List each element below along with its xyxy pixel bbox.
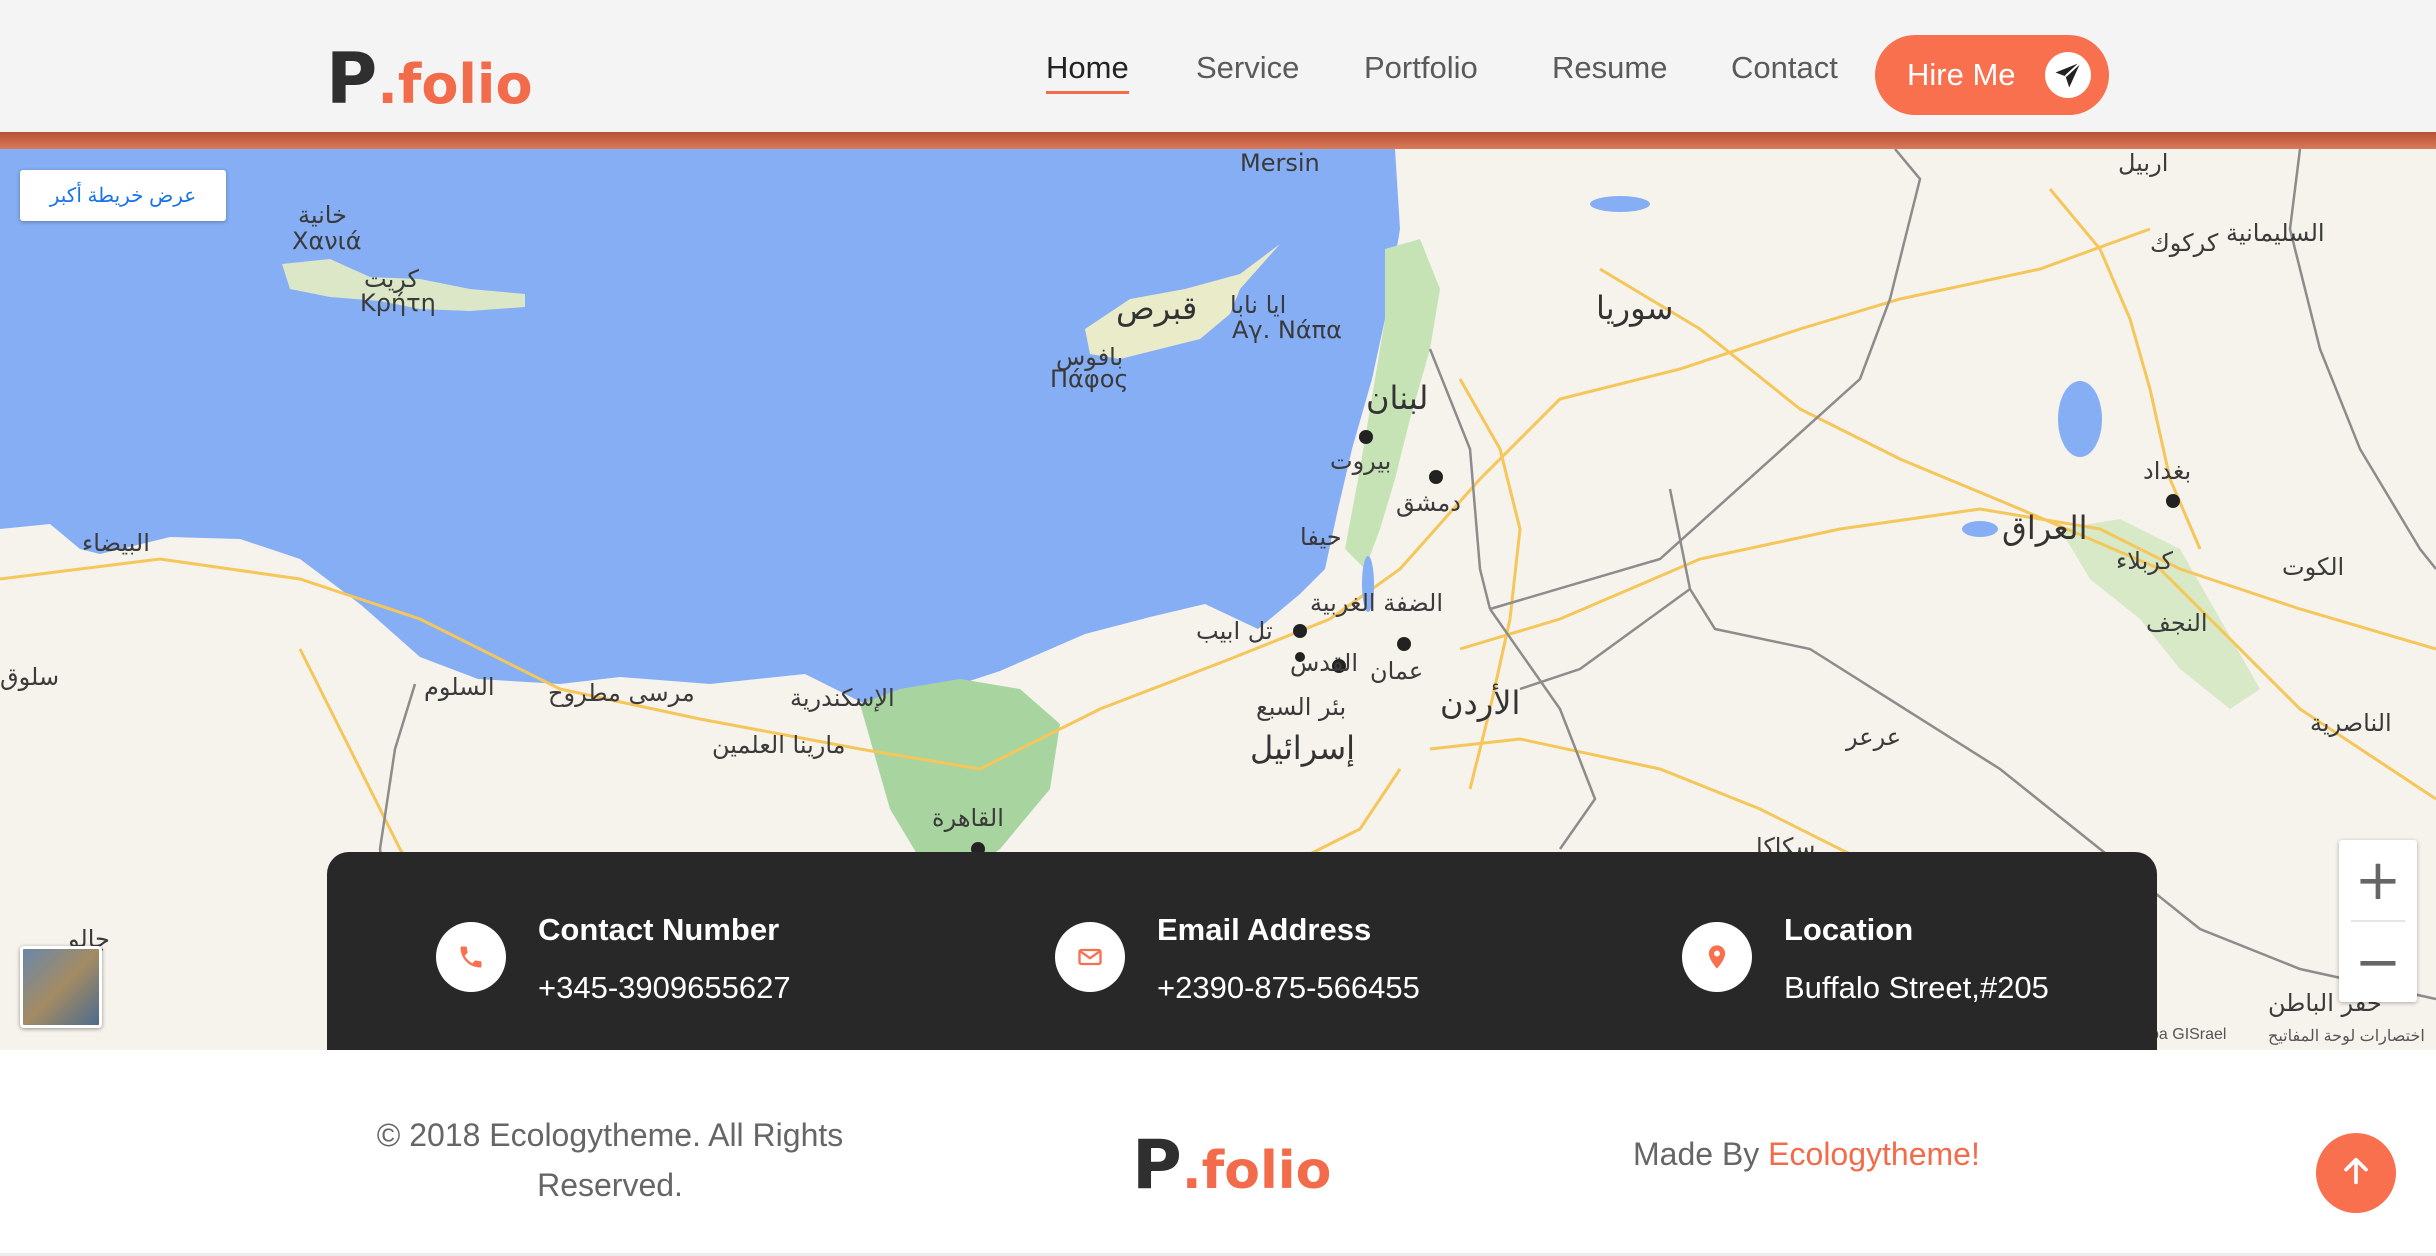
map-label-paphos-gr: Πάφος xyxy=(1050,365,1129,393)
site-header: P. folio Home Service Portfolio Resume Co… xyxy=(0,0,2436,132)
map-label-jerusalem: القدس xyxy=(1290,649,1359,677)
phone-icon xyxy=(436,922,506,992)
map-label-baghdad: بغداد xyxy=(2143,457,2192,485)
map-label-israel: إسرائيل xyxy=(1250,729,1356,767)
contact-title: Contact Number xyxy=(538,912,780,947)
header-strip xyxy=(0,132,2436,149)
map-label-cairo: القاهرة xyxy=(932,804,1004,832)
nav-home[interactable]: Home xyxy=(1046,50,1129,94)
zoom-in-button[interactable]: + xyxy=(2339,840,2417,920)
map-label-amman: عمان xyxy=(1370,657,1424,685)
map-label-cyprus: قبرص xyxy=(1116,289,1198,327)
contact-title: Email Address xyxy=(1157,912,1372,947)
made-by-credit: Made By Ecologytheme! xyxy=(1633,1136,1980,1173)
logo-letter: P xyxy=(326,38,378,120)
zoom-control: + − xyxy=(2339,840,2417,1002)
map-label-chania-gr: Χανιά xyxy=(292,227,362,255)
logo-text: folio xyxy=(1201,1141,1332,1201)
map-label-tel-aviv: تل ابيب xyxy=(1196,617,1273,645)
site-logo[interactable]: P. folio xyxy=(326,38,533,120)
map-label-ayia-napa-gr: Αγ. Νάπα xyxy=(1232,316,1342,344)
map-label-nasiriyah: الناصرية xyxy=(2310,709,2392,737)
logo-letter: P xyxy=(1132,1126,1182,1205)
contact-title: Location xyxy=(1784,912,1914,947)
map-label-chania-ar: خانية xyxy=(298,201,347,229)
nav-service[interactable]: Service xyxy=(1196,50,1299,86)
map-label-al-bayda: البيضاء xyxy=(82,529,150,557)
logo-dot: . xyxy=(377,53,398,116)
nav-resume[interactable]: Resume xyxy=(1552,50,1667,86)
map-label-kirkuk: كركوك xyxy=(2150,229,2219,257)
logo-dot: . xyxy=(1181,1141,1202,1201)
back-to-top-button[interactable] xyxy=(2316,1133,2396,1213)
footer-logo[interactable]: P. folio xyxy=(1132,1126,1331,1205)
map-label-beirut: بيروت xyxy=(1330,447,1392,475)
view-larger-map-button[interactable]: عرض خريطة أكبر xyxy=(20,170,226,221)
map-label-jordan: الأردن xyxy=(1440,684,1521,722)
arrow-up-icon xyxy=(2339,1154,2373,1193)
contact-info-bar: Contact Number +345-3909655627 Email Add… xyxy=(327,852,2157,1050)
map-label-sulaymaniyah: السليمانية xyxy=(2226,219,2325,247)
paper-plane-icon xyxy=(2045,52,2091,98)
site-footer: © 2018 Ecologytheme. All Rights Reserved… xyxy=(0,1050,2436,1256)
logo-text: folio xyxy=(397,53,533,116)
map-label-arar: عرعر xyxy=(1846,723,1902,751)
hire-me-label: Hire Me xyxy=(1907,57,2016,92)
made-by-brand-link[interactable]: Ecologytheme! xyxy=(1768,1136,1980,1172)
map-label-el-alamein: مارينا العلمين xyxy=(712,731,846,759)
map-label-alexandria: الإسكندرية xyxy=(790,684,895,712)
lake-tharthar xyxy=(2058,381,2102,457)
map-label-mersin: Mersin xyxy=(1240,149,1320,177)
map-label-kut: الكوت xyxy=(2282,553,2345,581)
contact-value: +345-3909655627 xyxy=(538,970,791,1005)
map-attribution: pa GISrael xyxy=(2150,1026,2227,1043)
made-by-prefix: Made By xyxy=(1633,1136,1769,1172)
map-label-lebanon: لبنان xyxy=(1366,379,1429,417)
map-label-marsa-matruh: مرسى مطروح xyxy=(548,679,695,707)
lake-assad xyxy=(1590,196,1650,212)
contact-value: +2390-875-566455 xyxy=(1157,970,1420,1005)
map-label-sulaq: سلوق xyxy=(0,663,60,691)
map-label-damascus: دمشق xyxy=(1396,489,1461,517)
map-label-syria: سوريا xyxy=(1596,289,1674,327)
map-label-salloum: السلوم xyxy=(424,673,495,701)
map-label-iraq: العراق xyxy=(2002,509,2088,547)
map-label-crete-gr: Κρήτη xyxy=(360,289,436,317)
map-label-najaf: النجف xyxy=(2146,609,2208,637)
envelope-icon xyxy=(1055,922,1125,992)
nav-contact[interactable]: Contact xyxy=(1731,50,1838,86)
map-label-beersheba: بئر السبع xyxy=(1256,693,1347,721)
map-label-haifa: حيفا xyxy=(1300,523,1342,551)
location-pin-icon xyxy=(1682,922,1752,992)
hire-me-button[interactable]: Hire Me xyxy=(1875,35,2109,115)
keyboard-shortcuts-link[interactable]: اختصارات لوحة المفاتيح xyxy=(2268,1026,2425,1046)
satellite-toggle[interactable] xyxy=(20,946,102,1028)
map-label-erbil: اربيل xyxy=(2118,149,2169,177)
map-label-west-bank: الضفة الغربية xyxy=(1310,589,1444,617)
contact-value: Buffalo Street,#205 xyxy=(1784,970,2049,1005)
zoom-out-button[interactable]: − xyxy=(2339,922,2417,1002)
map-label-karbala: كربلاء xyxy=(2116,547,2173,575)
lake-razazza xyxy=(1962,521,1998,537)
copyright-text: © 2018 Ecologytheme. All Rights Reserved… xyxy=(376,1117,844,1203)
map-label-ayia-napa-ar: ايا نابا xyxy=(1230,291,1287,319)
nav-portfolio[interactable]: Portfolio xyxy=(1364,50,1478,86)
